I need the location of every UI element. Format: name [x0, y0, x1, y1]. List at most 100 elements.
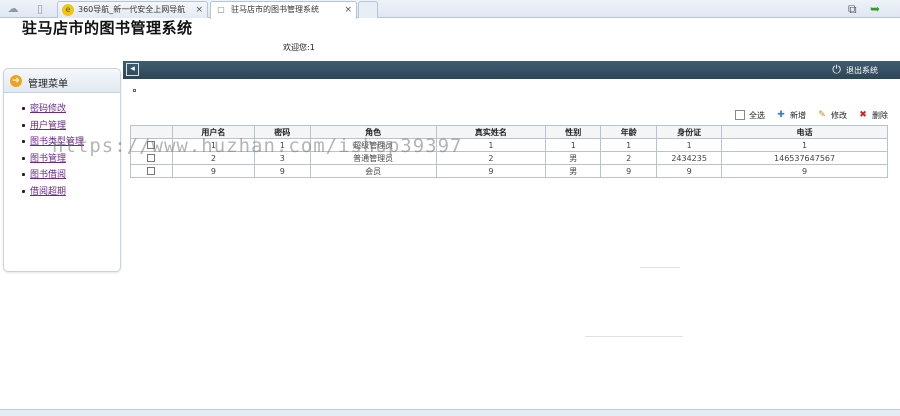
- power-icon: ⏻: [832, 63, 841, 76]
- cell-phone: 9: [721, 164, 888, 178]
- add-label: 新增: [790, 110, 806, 120]
- sidebar-header: ➔ 管理菜单: [4, 69, 120, 93]
- sidebar-item-book-types: 图书类型管理: [4, 135, 120, 152]
- arrow-right-icon: ➔: [10, 75, 22, 87]
- faint-line: [585, 336, 683, 337]
- sidebar-item-users: 用户管理: [4, 119, 120, 136]
- cell-age: 9: [600, 164, 658, 178]
- row-checkbox[interactable]: [147, 167, 156, 175]
- sidebar-menu: 密码修改 用户管理 图书类型管理 图书管理 图书借阅 借阅超期: [4, 102, 120, 201]
- table-row[interactable]: 9 9 会员 9 男 9 9 9: [130, 164, 888, 178]
- col-header-idcard: 身份证: [656, 125, 723, 139]
- cell-idcard: 1: [656, 138, 723, 152]
- site-title: 驻马店市的图书管理系统: [22, 19, 193, 37]
- cell-username: 2: [171, 151, 255, 165]
- back-arrow-icon[interactable]: ➥: [870, 1, 880, 17]
- bullet-icon: [22, 107, 25, 110]
- cell-realname: 9: [435, 164, 547, 178]
- row-select-cell: [130, 164, 173, 178]
- select-all-label: 全选: [749, 110, 765, 120]
- cloud-icon[interactable]: ☁: [6, 2, 20, 16]
- 360-favicon-icon: e: [62, 4, 74, 16]
- row-select-cell: [130, 138, 173, 152]
- row-checkbox[interactable]: [147, 141, 156, 149]
- tablet-icon[interactable]: ▯: [33, 2, 47, 16]
- bullet-icon: [22, 173, 25, 176]
- col-header-phone: 电话: [721, 125, 888, 139]
- collapse-icon[interactable]: ◂: [126, 63, 139, 76]
- edit-button[interactable]: ✎ 修改: [817, 108, 847, 122]
- cell-idcard: 2434235: [656, 151, 723, 165]
- sidebar-link-borrow[interactable]: 图书借阅: [30, 170, 66, 180]
- cell-gender: 1: [545, 138, 602, 152]
- cell-age: 2: [600, 151, 658, 165]
- cell-password: 1: [253, 138, 311, 152]
- sidebar-link-book-types[interactable]: 图书类型管理: [30, 137, 84, 147]
- main-header-bar: ◂ ⏻ 退出系统: [123, 61, 900, 79]
- cell-password: 3: [253, 151, 311, 165]
- tab-close-icon[interactable]: ×: [344, 2, 352, 18]
- bullet-icon: [22, 189, 25, 193]
- cell-gender: 男: [545, 164, 602, 178]
- sidebar-item-overdue: 借阅超期: [4, 185, 120, 202]
- edit-label: 修改: [831, 110, 847, 120]
- sidebar-title: 管理菜单: [28, 79, 68, 90]
- col-header-role: 角色: [309, 125, 437, 139]
- sidebar-item-password: 密码修改: [4, 102, 120, 119]
- breadcrumb-marker: [133, 89, 136, 92]
- cell-role: 超级管理员: [309, 138, 437, 152]
- row-checkbox[interactable]: [147, 154, 156, 162]
- cell-role: 普通管理员: [309, 151, 437, 165]
- welcome-text: 欢迎您:1: [283, 42, 315, 53]
- cell-age: 1: [600, 138, 658, 152]
- col-header-age: 年龄: [600, 125, 658, 139]
- row-select-cell: [130, 151, 173, 165]
- sidebar-link-users[interactable]: 用户管理: [30, 121, 66, 131]
- cell-role: 会员: [309, 164, 437, 178]
- delete-icon: ✖: [859, 110, 867, 120]
- browser-tab-strip: ☁ ▯ e 360导航_新一代安全上网导航 × ▢ 驻马店市的图书管理系统 × …: [0, 0, 900, 19]
- new-tab-button[interactable]: [358, 1, 378, 18]
- col-header-username: 用户名: [171, 125, 255, 139]
- sidebar-item-borrow: 图书借阅: [4, 168, 120, 185]
- tab-close-icon[interactable]: ×: [195, 2, 203, 18]
- browser-status-bar: [0, 409, 900, 416]
- restore-icon[interactable]: ⧉: [848, 1, 857, 17]
- delete-label: 删除: [872, 110, 888, 120]
- cell-username: 9: [171, 164, 255, 178]
- sidebar-link-overdue[interactable]: 借阅超期: [30, 187, 66, 197]
- add-button[interactable]: ✚ 新增: [776, 108, 806, 122]
- browser-tab-360[interactable]: e 360导航_新一代安全上网导航 ×: [57, 1, 208, 18]
- browser-tab-library[interactable]: ▢ 驻马店市的图书管理系统 ×: [210, 1, 357, 19]
- select-all-button[interactable]: 全选: [735, 108, 765, 122]
- tab-title: 驻马店市的图书管理系统: [231, 5, 319, 14]
- table-toolbar: 全选 ✚ 新增 ✎ 修改 ✖ 删除: [735, 108, 888, 122]
- add-icon: ✚: [777, 110, 785, 120]
- cell-username: 1: [171, 138, 255, 152]
- col-header-gender: 性别: [545, 125, 602, 139]
- logout-button[interactable]: ⏻ 退出系统: [832, 64, 878, 77]
- delete-button[interactable]: ✖ 删除: [858, 108, 888, 122]
- logout-label: 退出系统: [846, 66, 878, 75]
- table-row[interactable]: 1 1 超级管理员 1 1 1 1 1: [130, 138, 888, 152]
- col-header-password: 密码: [253, 125, 311, 139]
- cell-idcard: 9: [656, 164, 723, 178]
- tab-title: 360导航_新一代安全上网导航: [78, 5, 186, 14]
- cell-phone: 146537647567: [721, 151, 888, 165]
- cell-password: 9: [253, 164, 311, 178]
- cell-gender: 男: [545, 151, 602, 165]
- sidebar-link-password[interactable]: 密码修改: [30, 104, 66, 114]
- welcome-prefix: 欢迎您:: [283, 43, 310, 52]
- page-favicon-icon: ▢: [217, 5, 225, 14]
- user-table: 用户名 密码 角色 真实姓名 性别 年龄 身份证 电话 1 1 超级管理员 1 …: [130, 125, 888, 178]
- bullet-icon: [22, 140, 25, 143]
- table-row[interactable]: 2 3 普通管理员 2 男 2 2434235 146537647567: [130, 151, 888, 165]
- cell-realname: 2: [435, 151, 547, 165]
- sidebar: ➔ 管理菜单 密码修改 用户管理 图书类型管理 图书管理 图书借阅 借阅超期: [3, 68, 121, 272]
- faint-line: [640, 267, 680, 268]
- col-header-select: [130, 125, 173, 139]
- checkbox-icon: [735, 110, 745, 120]
- cell-realname: 1: [435, 138, 547, 152]
- sidebar-link-books[interactable]: 图书管理: [30, 154, 66, 164]
- edit-icon: ✎: [818, 110, 826, 120]
